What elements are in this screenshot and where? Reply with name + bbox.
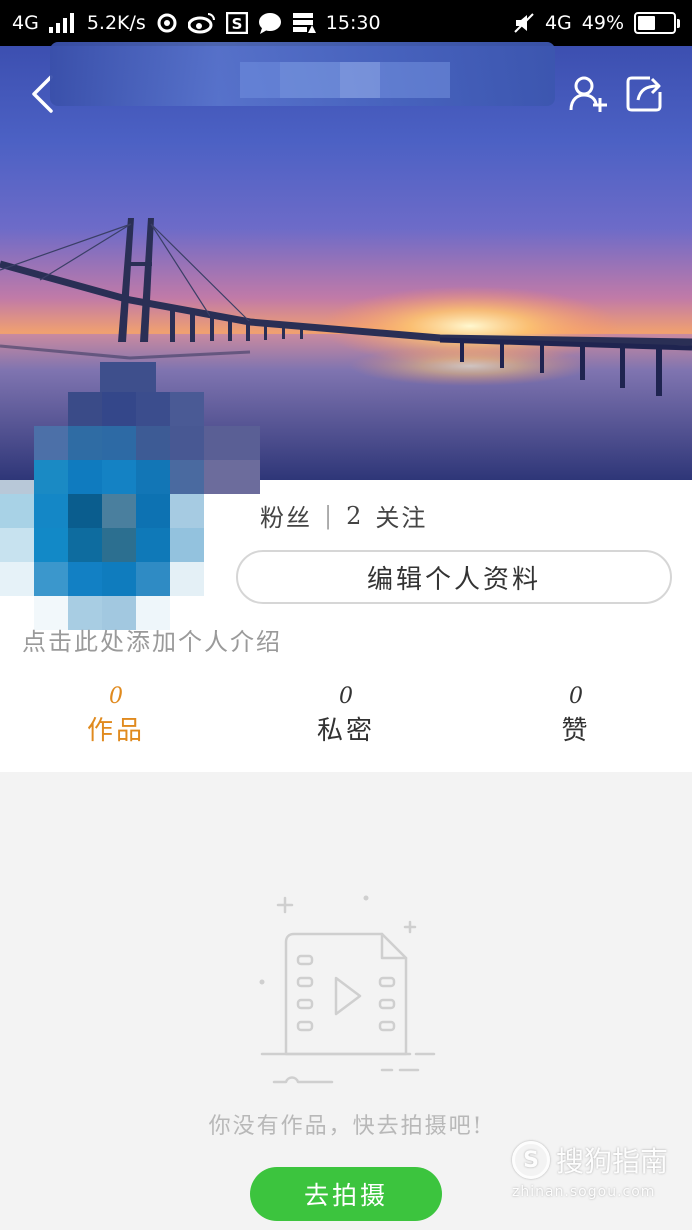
tab-private[interactable]: 0 私密 xyxy=(286,682,406,750)
video-file-icon xyxy=(250,890,450,1094)
svg-text:S: S xyxy=(231,15,242,33)
username-mosaic xyxy=(50,42,555,106)
watermark-url: zhinan.sogou.com xyxy=(512,1184,656,1200)
follow-stats: 粉丝 | 2 关注 xyxy=(260,498,427,533)
sogou-watermark: S 搜狗指南 zhinan.sogou.com xyxy=(512,1140,668,1200)
signal-icon xyxy=(48,11,77,35)
mute-icon xyxy=(513,11,535,35)
stats-separator: | xyxy=(324,501,335,530)
tab-works-count: 0 xyxy=(109,684,123,709)
avatar[interactable] xyxy=(0,362,262,630)
sogou-logo-icon: S xyxy=(512,1141,550,1179)
add-user-icon xyxy=(569,76,607,112)
status-bar: 4G 5.2K/s S 15:30 4G 49% xyxy=(0,0,692,46)
following-count[interactable]: 2 xyxy=(346,502,363,530)
tab-likes-label: 赞 xyxy=(561,716,591,746)
go-shoot-button[interactable]: 去拍摄 xyxy=(250,1167,442,1221)
time: 15:30 xyxy=(325,12,381,34)
battery-icon xyxy=(634,12,680,34)
watermark-name: 搜狗指南 xyxy=(556,1145,669,1178)
share-button[interactable] xyxy=(622,72,666,116)
followers-label[interactable]: 粉丝 xyxy=(260,498,312,533)
weibo-icon xyxy=(187,11,216,35)
s-app-icon: S xyxy=(225,11,248,35)
tab-private-count: 0 xyxy=(339,684,353,709)
share-icon xyxy=(626,76,662,112)
netease-icon xyxy=(156,11,178,35)
edit-profile-button[interactable]: 编辑个人资料 xyxy=(236,550,672,604)
tab-works[interactable]: 0 作品 xyxy=(56,682,176,750)
tab-likes-count: 0 xyxy=(569,684,583,709)
empty-message: 你没有作品，快去拍摄吧! xyxy=(208,1114,484,1139)
network-type-left: 4G xyxy=(12,12,39,34)
battery-percent: 49% xyxy=(581,12,624,34)
tab-likes[interactable]: 0 赞 xyxy=(516,682,636,750)
tab-works-label: 作品 xyxy=(86,716,145,746)
notification-icon xyxy=(292,11,316,35)
network-type-right: 4G xyxy=(544,12,572,34)
bio-placeholder[interactable]: 点击此处添加个人介绍 xyxy=(22,622,282,657)
following-label[interactable]: 关注 xyxy=(375,498,427,533)
top-nav xyxy=(0,42,692,146)
chat-icon xyxy=(258,11,282,35)
tab-private-label: 私密 xyxy=(316,716,375,746)
network-speed: 5.2K/s xyxy=(86,12,146,34)
add-friend-button[interactable] xyxy=(566,72,610,116)
